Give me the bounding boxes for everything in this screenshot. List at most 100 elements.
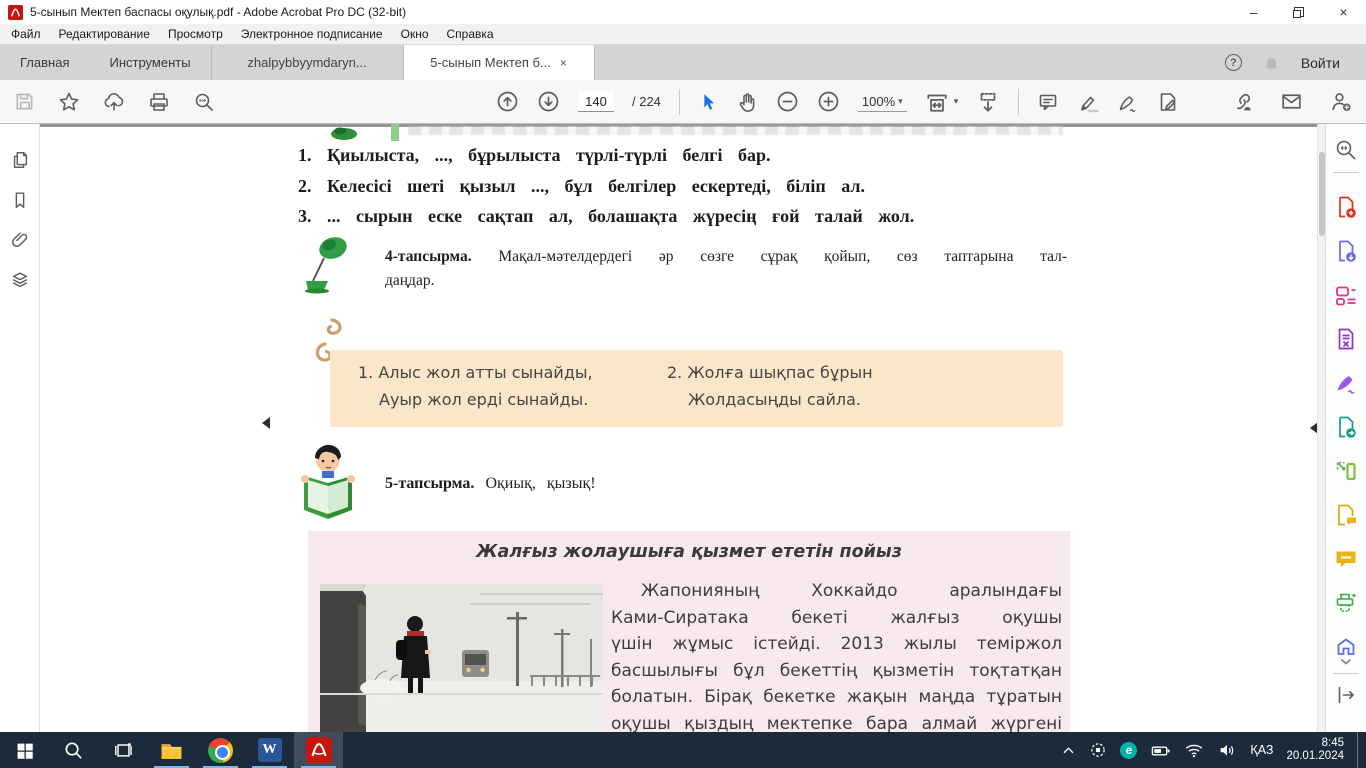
hand-tool-icon[interactable]: [736, 91, 758, 113]
save-icon[interactable]: [14, 91, 35, 112]
page-down-icon[interactable]: [537, 90, 560, 113]
left-panel-toggle-icon[interactable]: [262, 417, 270, 429]
file-explorer-button[interactable]: [147, 732, 196, 768]
fit-width-control[interactable]: ▾: [925, 90, 959, 114]
article-line: басшылығы бұл бекеттің қызметін тоқтатқа…: [611, 658, 1062, 685]
edit-pdf-icon[interactable]: [1334, 283, 1358, 307]
search-tool-icon[interactable]: [1334, 138, 1358, 162]
ink-workspace-icon[interactable]: [1089, 741, 1107, 759]
rail-divider: [1333, 172, 1359, 173]
acrobat-app-icon: [8, 5, 23, 20]
word-button[interactable]: W: [245, 732, 294, 768]
restore-button[interactable]: [1276, 0, 1321, 24]
document-view[interactable]: 1. Қиылыста, ..., бұрылыста түрлі-түрлі …: [40, 124, 1325, 732]
fill-sign-icon[interactable]: [1117, 91, 1139, 113]
task4-label: 4-тапсырма.: [385, 248, 472, 265]
chrome-button[interactable]: [196, 732, 245, 768]
task4-line1: Мақал-мәтелдердегі әр сөзге сұрақ қойып,…: [498, 248, 1067, 265]
tab-home[interactable]: Главная: [0, 45, 89, 80]
tab-tools[interactable]: Инструменты: [89, 45, 210, 80]
start-button[interactable]: [0, 732, 49, 768]
select-cursor-icon[interactable]: [698, 92, 718, 112]
show-desktop-button[interactable]: [1357, 732, 1362, 768]
tab-close-icon[interactable]: ×: [560, 56, 567, 70]
bookmarks-icon[interactable]: [10, 190, 30, 210]
star-icon[interactable]: [58, 91, 80, 113]
sign-in-button[interactable]: Войти: [1301, 55, 1340, 71]
create-pdf-icon[interactable]: [1334, 195, 1358, 219]
article-line: Жапонияның Хоккайдо аралындағы: [611, 578, 1062, 605]
layers-icon[interactable]: [10, 270, 30, 290]
keyboard-language[interactable]: ҚАЗ: [1250, 743, 1273, 757]
time-label: 8:45: [1286, 737, 1344, 750]
attachments-icon[interactable]: [10, 230, 30, 250]
crop-pages-icon[interactable]: [1334, 459, 1358, 483]
date-label: 20.01.2024: [1286, 750, 1344, 763]
vertical-scrollbar[interactable]: [1317, 124, 1325, 732]
tray-chevron-icon[interactable]: [1061, 743, 1076, 758]
taskbar-search-button[interactable]: [49, 732, 98, 768]
doc-tab-zhalpybbyymdaryn[interactable]: zhalpybbyymdaryn...: [211, 45, 403, 80]
list-item: 1. Қиылыста, ..., бұрылыста түрлі-түрлі …: [298, 140, 914, 171]
scrolling-mode-icon[interactable]: [976, 90, 1000, 114]
task4-line2: даңдар.: [385, 269, 1067, 293]
print-icon[interactable]: [148, 91, 170, 113]
word-icon: W: [258, 738, 282, 762]
menu-edit[interactable]: Редактирование: [50, 27, 159, 41]
eset-icon[interactable]: e: [1120, 742, 1137, 759]
minimize-button[interactable]: –: [1231, 0, 1276, 24]
file-explorer-icon: [159, 738, 184, 763]
organize-pages-icon[interactable]: [1334, 327, 1358, 351]
tabbar: Главная Инструменты zhalpybbyymdaryn... …: [0, 45, 1366, 80]
collapse-panel-icon[interactable]: [1335, 684, 1357, 706]
page-thumbnails-icon[interactable]: [10, 150, 30, 170]
add-person-icon[interactable]: [1329, 90, 1352, 113]
page-number-input[interactable]: [578, 91, 614, 112]
wifi-icon[interactable]: [1184, 740, 1204, 760]
menu-help[interactable]: Справка: [438, 27, 503, 41]
more-tools-icon[interactable]: [1334, 635, 1358, 665]
taskbar: W e ҚАЗ 8:45 20.01.2024: [0, 732, 1366, 768]
comments-tool-icon[interactable]: [1334, 547, 1358, 571]
doc-tab-label: 5-сынып Мектеп б...: [430, 55, 551, 70]
proverbs-box: 1. Алыс жол атты сынайды, Ауыр жол ерді …: [330, 350, 1063, 427]
page-total-label: / 224: [632, 94, 661, 109]
export-pdf-icon[interactable]: [1334, 239, 1358, 263]
comment-icon[interactable]: [1037, 91, 1059, 113]
share-link-icon[interactable]: [1231, 90, 1254, 113]
fill-and-sign-icon[interactable]: [1334, 371, 1358, 395]
send-pdf-icon[interactable]: [1334, 415, 1358, 439]
highlight-icon[interactable]: [1077, 91, 1099, 113]
email-icon[interactable]: [1280, 90, 1303, 113]
request-signatures-icon[interactable]: [1334, 503, 1358, 527]
task-view-button[interactable]: [98, 732, 147, 768]
zoom-in-icon[interactable]: [817, 90, 840, 113]
toolbar-separator: [679, 89, 680, 115]
microphone-task-icon: [304, 234, 350, 294]
exercise-list: 1. Қиылыста, ..., бұрылыста түрлі-түрлі …: [298, 140, 914, 232]
page-up-icon[interactable]: [496, 90, 519, 113]
menu-window[interactable]: Окно: [392, 27, 438, 41]
zoom-out-icon[interactable]: [776, 90, 799, 113]
volume-icon[interactable]: [1217, 740, 1237, 760]
menu-esign[interactable]: Электронное подписание: [232, 27, 392, 41]
battery-icon[interactable]: [1150, 740, 1171, 761]
edit-page-icon[interactable]: [1157, 91, 1179, 113]
acrobat-window: 5-сынып Мектеп баспасы оқулық.pdf - Adob…: [0, 0, 1366, 768]
close-button[interactable]: ×: [1321, 0, 1366, 24]
zoom-level-control[interactable]: 100% ▾: [858, 92, 907, 112]
notifications-bell-icon[interactable]: [1262, 53, 1281, 72]
scrollbar-thumb[interactable]: [1319, 152, 1325, 236]
menu-file[interactable]: Файл: [2, 27, 50, 41]
cloud-upload-icon[interactable]: [103, 91, 125, 113]
scan-ocr-icon[interactable]: [1334, 591, 1358, 615]
menu-view[interactable]: Просмотр: [159, 27, 232, 41]
task4-block: 4-тапсырма. Мақал-мәтелдердегі әр сөзге …: [385, 245, 1067, 293]
doc-tab-active[interactable]: 5-сынып Мектеп б... ×: [403, 45, 595, 80]
clock[interactable]: 8:45 20.01.2024: [1286, 737, 1344, 763]
chrome-icon: [208, 738, 233, 763]
acrobat-button[interactable]: [294, 732, 343, 768]
cutoff-text-line: [408, 126, 1063, 135]
search-icon[interactable]: [193, 91, 215, 113]
help-icon[interactable]: ?: [1225, 54, 1242, 71]
